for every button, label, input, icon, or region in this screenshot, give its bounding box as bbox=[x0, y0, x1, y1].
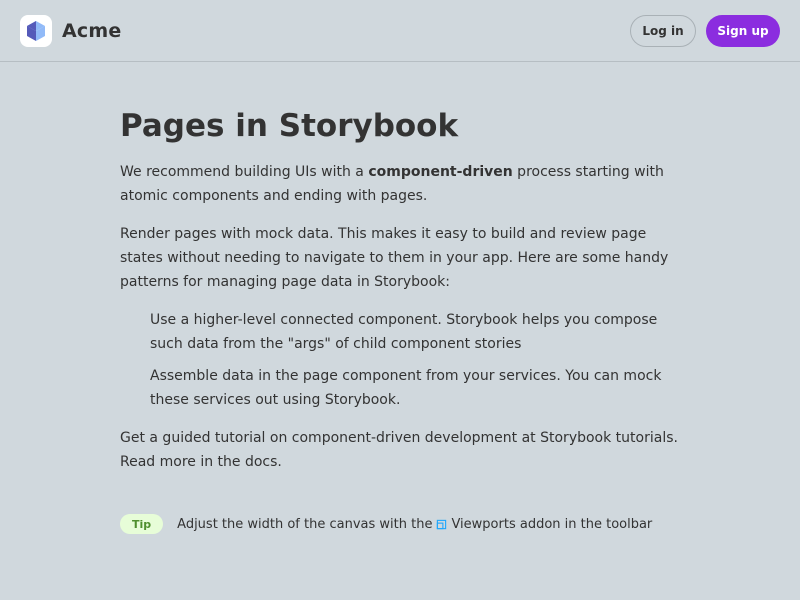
tip-badge: Tip bbox=[120, 514, 164, 534]
tip-row: Tip Adjust the width of the canvas with … bbox=[120, 514, 652, 534]
cube-logo-icon bbox=[20, 15, 52, 47]
list-item: Assemble data in the page component from… bbox=[150, 368, 662, 408]
page-content: Pages in Storybook We recommend building… bbox=[120, 104, 680, 474]
intro-text-before: We recommend building UIs with a bbox=[120, 164, 369, 180]
list-item: Use a higher-level connected component. … bbox=[150, 312, 658, 352]
viewport-icon bbox=[437, 519, 447, 529]
page-title: Pages in Storybook bbox=[120, 108, 459, 144]
intro-bold-text: component-driven bbox=[368, 164, 513, 180]
login-button[interactable]: Log in bbox=[630, 15, 696, 47]
patterns-list: Use a higher-level connected component. … bbox=[120, 308, 680, 412]
mock-data-paragraph: Render pages with mock data. This makes … bbox=[120, 226, 669, 290]
tip-text: Adjust the width of the canvas with the … bbox=[177, 517, 652, 532]
tip-text-before: Adjust the width of the canvas with the bbox=[177, 516, 433, 532]
tip-text-after: Viewports addon in the toolbar bbox=[451, 516, 653, 532]
brand-name: Acme bbox=[62, 20, 122, 42]
brand: Acme bbox=[20, 15, 121, 47]
intro-paragraph: We recommend building UIs with a compone… bbox=[120, 160, 680, 208]
signup-button[interactable]: Sign up bbox=[706, 15, 780, 47]
tutorial-paragraph: Get a guided tutorial on component-drive… bbox=[120, 430, 678, 470]
app-header: Acme Log in Sign up bbox=[0, 0, 800, 62]
